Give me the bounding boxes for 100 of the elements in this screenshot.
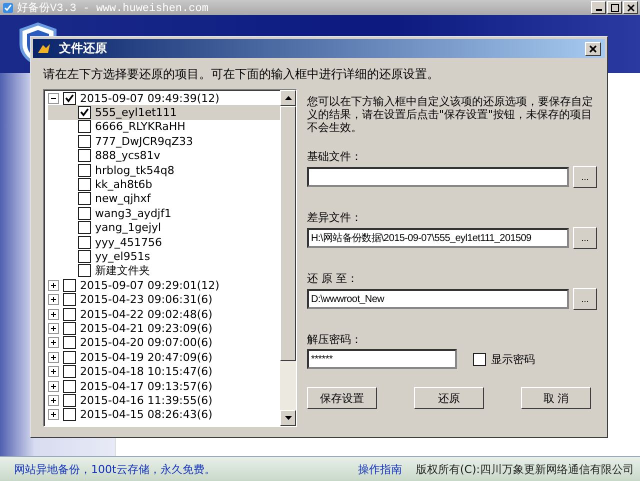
dialog-button[interactable]: 取 消 [521, 387, 591, 409]
tree-item[interactable]: kk_ah8t6b [48, 177, 280, 192]
tree-item[interactable]: 2015-04-15 08:26:43(6) [48, 408, 280, 422]
expand-icon[interactable] [48, 280, 59, 291]
checkbox[interactable] [63, 394, 76, 407]
tree-item[interactable]: 2015-04-21 09:23:09(6) [48, 321, 280, 336]
checkbox[interactable] [63, 380, 76, 392]
collapse-icon[interactable] [48, 92, 59, 104]
checkbox[interactable] [63, 365, 76, 378]
scroll-down-icon [284, 416, 292, 420]
checkbox[interactable] [63, 92, 76, 105]
field-label: 解压密码： [307, 332, 363, 347]
checkbox[interactable] [78, 178, 91, 192]
tree-item[interactable]: 6666_RLYKRaHH [48, 120, 280, 134]
tree-item[interactable]: 2015-09-07 09:29:01(12) [48, 278, 280, 292]
checkbox[interactable] [78, 120, 91, 134]
show-password-checkbox[interactable]: 显示密码 [473, 352, 535, 366]
tree-item[interactable]: 2015-04-17 09:13:57(6) [48, 378, 280, 394]
tree-item[interactable]: 2015-04-18 10:15:47(6) [48, 364, 280, 379]
expand-icon[interactable] [48, 394, 59, 406]
tree-item-label: 2015-09-07 09:29:01(12) [80, 278, 220, 292]
expand-icon[interactable] [48, 294, 59, 306]
checkbox[interactable] [78, 264, 91, 278]
tree-item-label: wang3_aydjf1 [95, 206, 172, 220]
tree-item[interactable]: 2015-04-16 11:39:55(6) [48, 393, 280, 408]
tree-item-label: yyy_451756 [95, 236, 162, 249]
checkbox[interactable] [78, 250, 91, 263]
checkbox[interactable] [78, 106, 91, 120]
expand-icon[interactable] [48, 352, 59, 363]
expand-icon[interactable] [48, 337, 59, 348]
tree-item[interactable]: yang_1gejyl [48, 220, 280, 235]
checkbox[interactable] [63, 308, 76, 321]
browse-button[interactable]: ... [573, 166, 597, 188]
maximize-icon [610, 4, 618, 12]
tree-item[interactable]: wang3_aydjf1 [48, 206, 280, 221]
checkbox[interactable] [63, 350, 76, 364]
checkbox[interactable] [78, 149, 91, 162]
expand-icon[interactable] [48, 380, 59, 392]
tree-item[interactable]: new_qjhxf [48, 192, 280, 206]
tree-item-label: 777_DwJCR9qZ33 [95, 134, 194, 148]
tree-item[interactable]: 2015-04-20 09:07:00(6) [48, 336, 280, 350]
field-label: 基础文件： [307, 149, 363, 164]
field-label: 差异文件： [307, 210, 363, 225]
tree-item-label: 2015-04-17 09:13:57(6) [80, 380, 212, 392]
maximize-button[interactable] [607, 1, 622, 14]
checkbox[interactable] [63, 336, 76, 350]
tree-item[interactable]: yy_el951s [48, 249, 280, 264]
close-icon [626, 4, 634, 12]
dialog-title: 文件还原 [59, 40, 107, 57]
path-field[interactable]: D:\wwwroot_New [307, 289, 569, 309]
scrollbar[interactable] [280, 90, 296, 426]
checkbox[interactable] [63, 293, 76, 306]
guide-link[interactable]: 操作指南 [358, 462, 402, 476]
tree-item[interactable]: 2015-09-07 09:49:39(12) [48, 91, 280, 106]
checkbox[interactable] [78, 221, 91, 234]
tree-item-label: 888_ycs81v [95, 149, 160, 162]
checkbox[interactable] [78, 192, 91, 206]
minimize-button[interactable] [591, 1, 606, 14]
path-field[interactable]: H:\网站备份数据\2015-09-07\555_eyl1et111_201509 [307, 228, 569, 248]
tree-item-label: yang_1gejyl [95, 221, 162, 234]
checkbox[interactable] [63, 322, 76, 335]
tree-item-label: 2015-04-16 11:39:55(6) [80, 394, 212, 407]
browse-button[interactable]: ... [573, 288, 597, 310]
checkbox[interactable] [63, 278, 76, 292]
expand-icon[interactable] [48, 308, 59, 320]
expand-icon[interactable] [48, 322, 59, 334]
checkbox[interactable] [78, 236, 91, 249]
tree-item[interactable]: 888_ycs81v [48, 148, 280, 163]
tree-item-label: 2015-09-07 09:49:39(12) [80, 92, 220, 105]
tree-item[interactable]: hrblog_tk54q8 [48, 162, 280, 178]
tree-item[interactable]: 新建文件夹 [48, 264, 280, 278]
expand-icon[interactable] [48, 366, 59, 378]
dialog-button[interactable]: 还原 [414, 387, 484, 409]
tree-item[interactable]: 2015-04-22 09:02:48(6) [48, 306, 280, 322]
tree-item-label: kk_ah8t6b [95, 178, 152, 192]
password-field[interactable]: ****** [307, 349, 457, 369]
tree-item-label: 2015-04-20 09:07:00(6) [80, 336, 212, 350]
tree-item-label: 2015-04-22 09:02:48(6) [80, 308, 212, 321]
close-button[interactable] [585, 42, 601, 56]
tree-item-label: 2015-04-15 08:26:43(6) [80, 408, 212, 422]
tree-item[interactable]: 777_DwJCR9qZ33 [48, 134, 280, 149]
dialog-button[interactable]: 保存设置 [307, 387, 377, 409]
scroll-up-icon [284, 96, 292, 100]
tree-item[interactable]: 2015-04-23 09:06:31(6) [48, 292, 280, 307]
tree-item-label: 新建文件夹 [95, 263, 150, 278]
promo-text: 网站异地备份，100t云存储，永久免费。 [14, 462, 216, 476]
tree-item[interactable]: 2015-04-19 20:47:09(6) [48, 350, 280, 364]
path-field[interactable] [307, 167, 569, 187]
checkbox[interactable] [78, 134, 91, 148]
expand-icon[interactable] [48, 409, 59, 420]
tree-item-label: 6666_RLYKRaHH [95, 120, 186, 134]
browse-button[interactable]: ... [573, 227, 597, 249]
tree-item[interactable]: 555_eyl1et111 [48, 105, 280, 120]
close-button[interactable] [623, 1, 638, 14]
checkbox[interactable] [78, 206, 91, 220]
checkbox[interactable] [63, 408, 76, 422]
tree-item-label: hrblog_tk54q8 [95, 164, 174, 177]
tree-item[interactable]: yyy_451756 [48, 234, 280, 250]
tree-item-label: new_qjhxf [95, 192, 151, 206]
checkbox[interactable] [78, 164, 91, 177]
